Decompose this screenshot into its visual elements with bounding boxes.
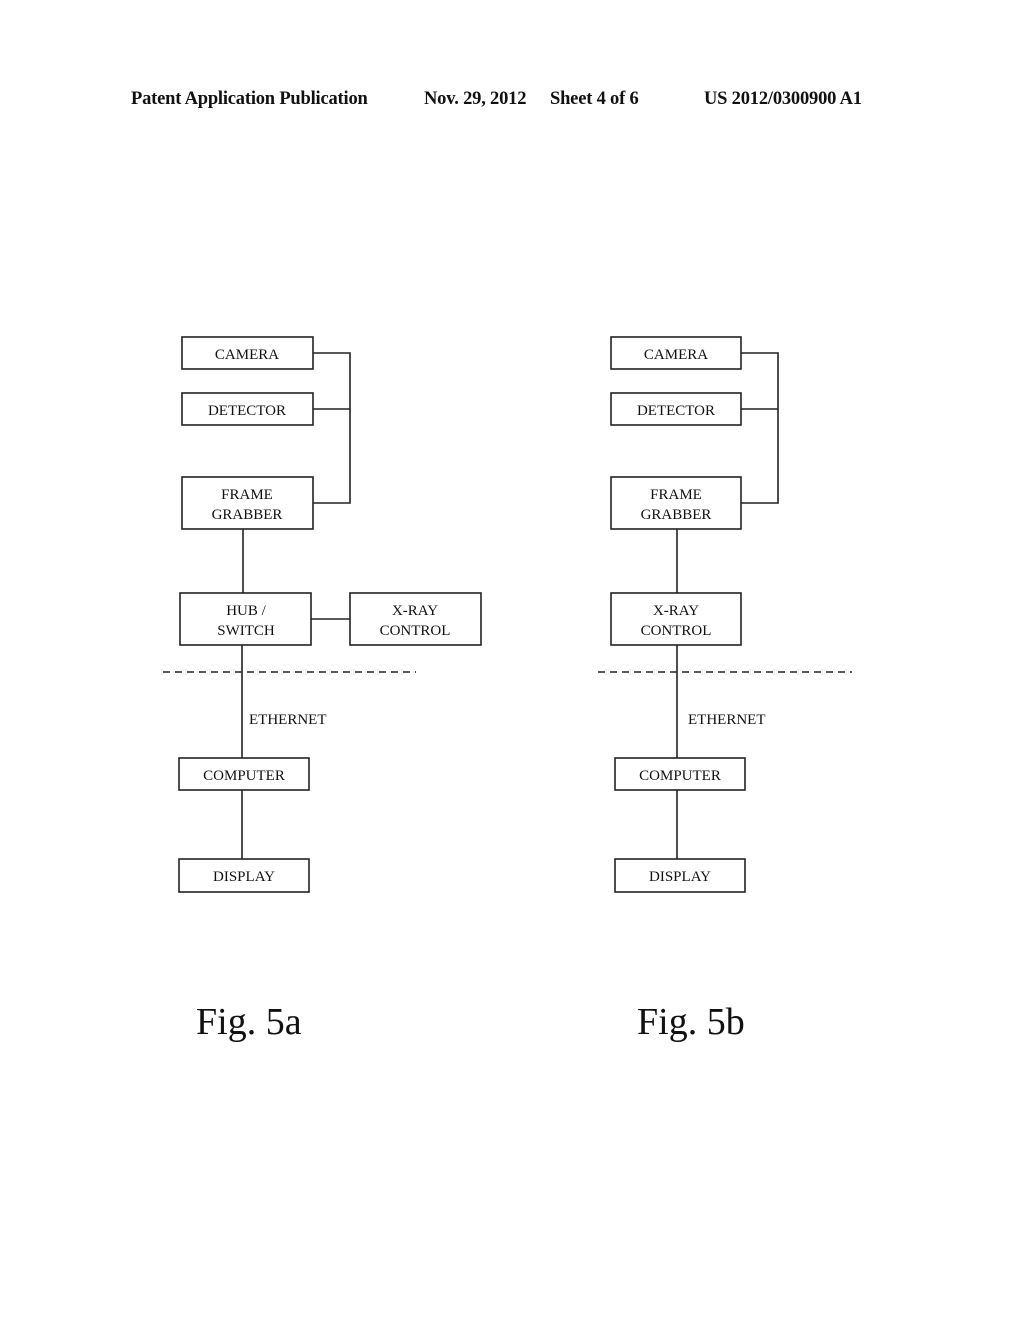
figure-5a: CAMERA DETECTOR FRAME GRABBER HUB / SWIT… [163,336,482,1043]
computer-block: COMPUTER [614,757,746,791]
computer-block: COMPUTER [178,757,310,791]
figure-5b: CAMERA DETECTOR FRAME GRABBER X-RAY CONT… [598,336,852,1043]
ethernet-label: ETHERNET [249,712,326,728]
ethernet-label: ETHERNET [688,712,765,728]
frame-grabber-label-line2: GRABBER [641,507,712,523]
display-label: DISPLAY [649,869,711,885]
display-block: DISPLAY [614,858,746,893]
xray-control-label-line2: CONTROL [641,623,712,639]
figure-caption-5b: Fig. 5b [637,1001,745,1043]
camera-label: CAMERA [215,347,279,363]
figure-caption-5a: Fig. 5a [196,1001,302,1043]
camera-label: CAMERA [644,347,708,363]
frame-grabber-block: FRAME GRABBER [610,476,742,530]
camera-block: CAMERA [181,336,314,370]
hub-switch-block: HUB / SWITCH [179,592,312,646]
xray-control-block: X-RAY CONTROL [610,592,742,646]
xray-control-label-line2: CONTROL [380,623,451,639]
detector-block: DETECTOR [181,392,314,426]
xray-control-block: X-RAY CONTROL [349,592,482,646]
detector-block: DETECTOR [610,392,742,426]
xray-control-label-line1: X-RAY [653,603,699,619]
hub-switch-label-line2: SWITCH [217,623,275,639]
display-block: DISPLAY [178,858,310,893]
detector-label: DETECTOR [637,403,715,419]
computer-label: COMPUTER [203,768,285,784]
frame-grabber-block: FRAME GRABBER [181,476,314,530]
connector-camera-to-frame-grabber [741,352,779,504]
hub-switch-label-line1: HUB / [226,603,266,619]
frame-grabber-label-line1: FRAME [650,487,702,503]
frame-grabber-label-line1: FRAME [221,487,273,503]
frame-grabber-label-line2: GRABBER [212,507,283,523]
camera-block: CAMERA [610,336,742,370]
connector-camera-to-frame-grabber [313,352,351,504]
detector-label: DETECTOR [208,403,286,419]
block-diagram: CAMERA DETECTOR FRAME GRABBER HUB / SWIT… [163,336,852,1043]
computer-label: COMPUTER [639,768,721,784]
xray-control-label-line1: X-RAY [392,603,438,619]
display-label: DISPLAY [213,869,275,885]
